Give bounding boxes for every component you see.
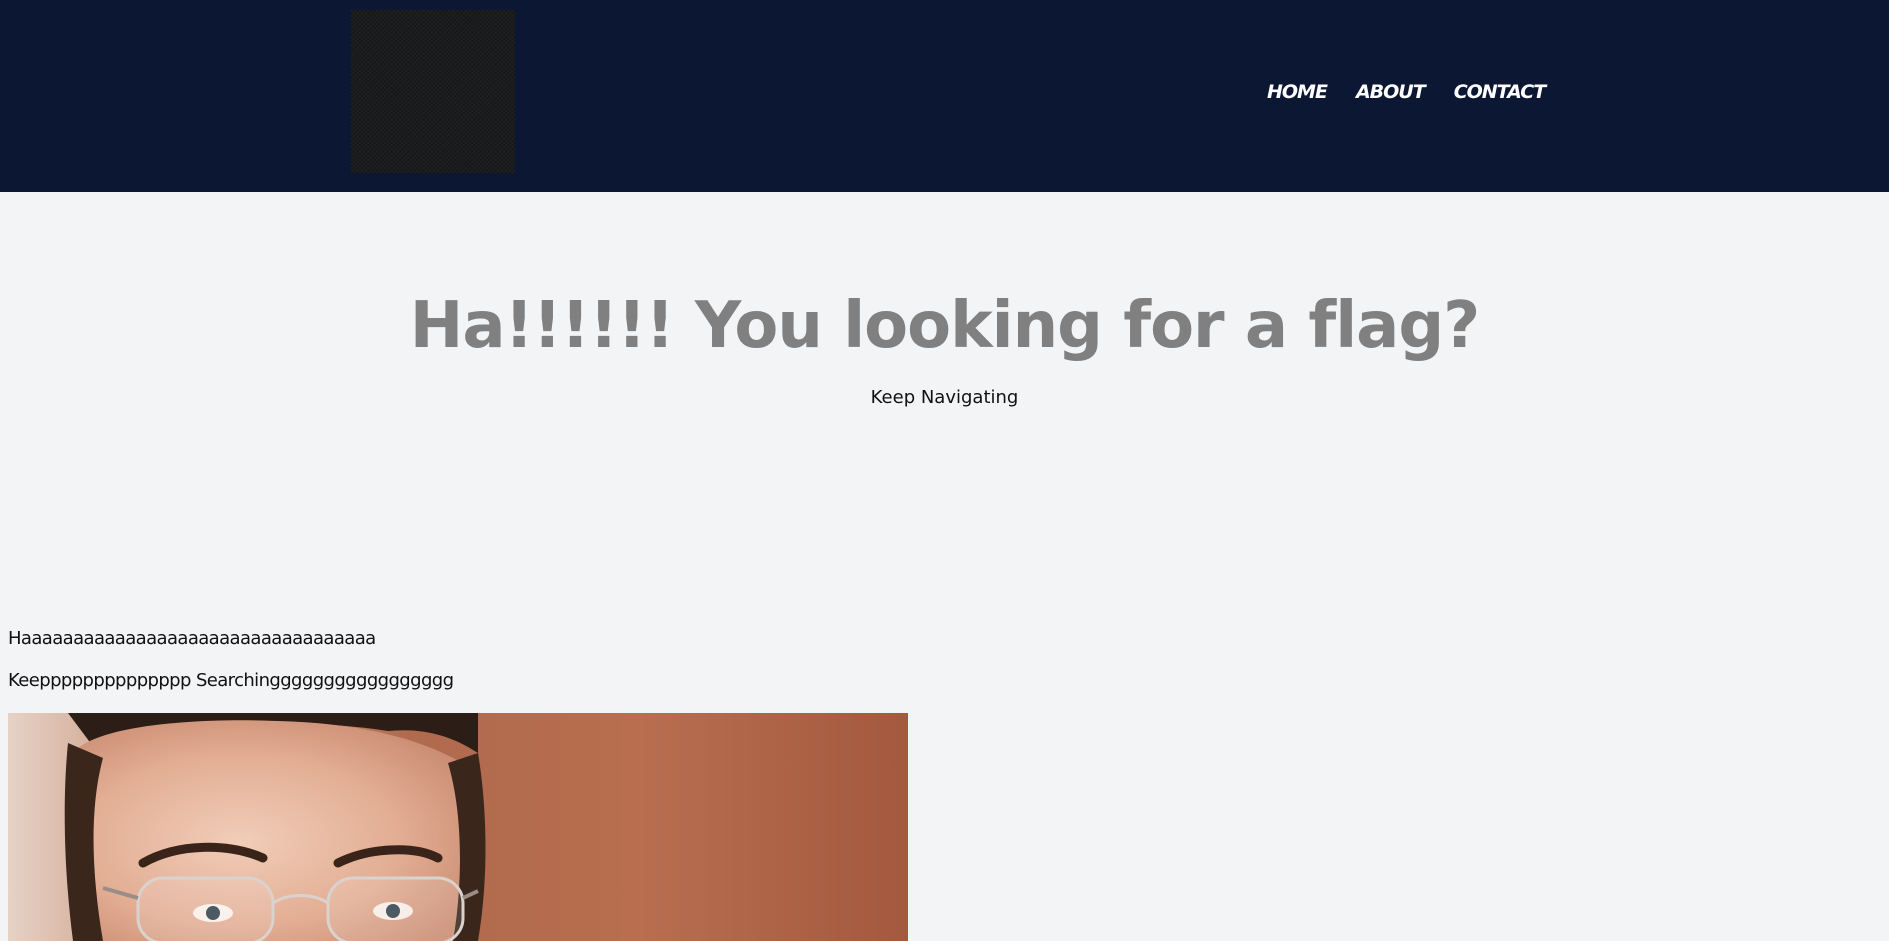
person-photo [8,713,908,941]
nav-home-link[interactable]: HOME [1267,80,1328,104]
body-text-line-2: Keepppppppppppppp Searchingggggggggggggg… [8,670,454,691]
body-text-line-1: Haaaaaaaaaaaaaaaaaaaaaaaaaaaaaaaaaa [8,628,376,649]
site-header: HOME ABOUT CONTACT [0,0,1889,192]
site-logo[interactable] [351,10,515,173]
main-nav: HOME ABOUT CONTACT [1267,80,1547,104]
page-title: Ha!!!!!! You looking for a flag? [409,289,1481,363]
nav-contact-link[interactable]: CONTACT [1454,80,1547,104]
nav-about-link[interactable]: ABOUT [1356,80,1426,104]
page-subtitle: Keep Navigating [870,387,1019,408]
person-photo-illustration [8,713,908,941]
